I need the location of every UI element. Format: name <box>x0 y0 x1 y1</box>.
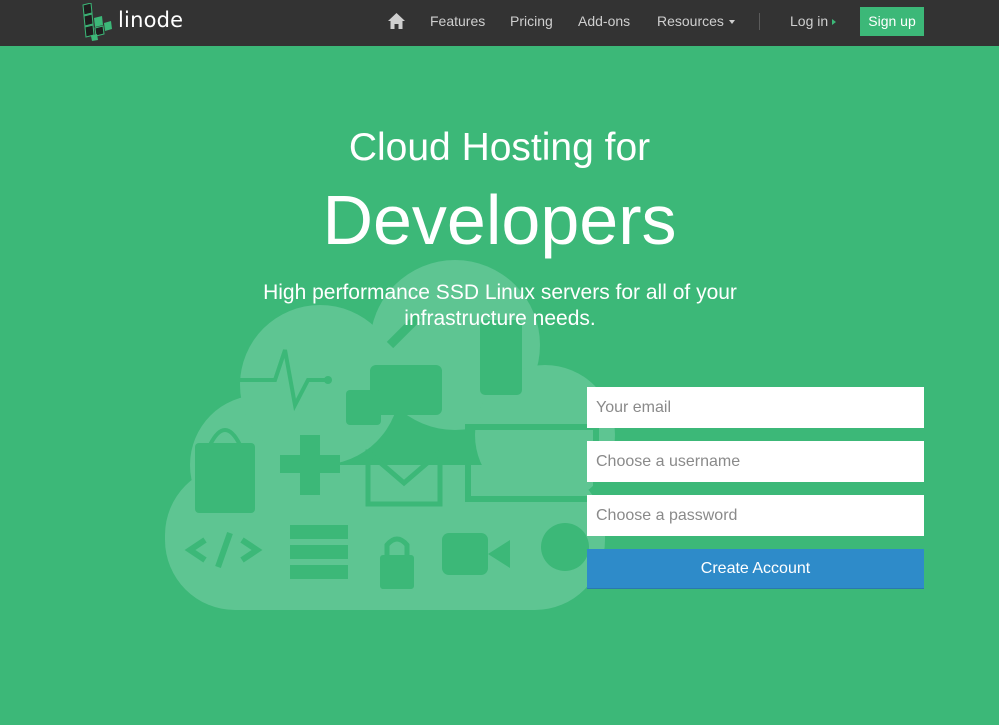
username-field[interactable] <box>587 441 924 482</box>
hero-subtitle: High performance SSD Linux servers for a… <box>263 281 737 330</box>
home-icon[interactable] <box>388 13 405 29</box>
caret-down-icon <box>728 20 735 25</box>
arrow-right-icon <box>832 19 837 26</box>
nav-pricing[interactable]: Pricing <box>510 13 553 29</box>
nav-features[interactable]: Features <box>430 13 485 29</box>
hero-title-line-2: Developers <box>322 181 677 259</box>
create-account-button[interactable]: Create Account <box>587 549 924 589</box>
password-field[interactable] <box>587 495 924 536</box>
hero-title-line-1: Cloud Hosting for <box>348 126 651 169</box>
nav-resources[interactable]: Resources <box>657 13 735 29</box>
nav-addons[interactable]: Add-ons <box>578 13 630 29</box>
signup-button[interactable]: Sign up <box>860 7 924 36</box>
brand-name[interactable]: linode <box>118 8 183 32</box>
email-field[interactable] <box>587 387 924 428</box>
nav-login-label: Log in <box>790 13 829 29</box>
nav-divider <box>759 13 760 30</box>
top-navigation-bar: linode Features Pricing Add-ons Resource… <box>0 0 999 46</box>
nav-login[interactable]: Log in <box>790 13 837 29</box>
nav-resources-label: Resources <box>657 13 724 29</box>
linode-logo-icon[interactable] <box>80 3 116 41</box>
